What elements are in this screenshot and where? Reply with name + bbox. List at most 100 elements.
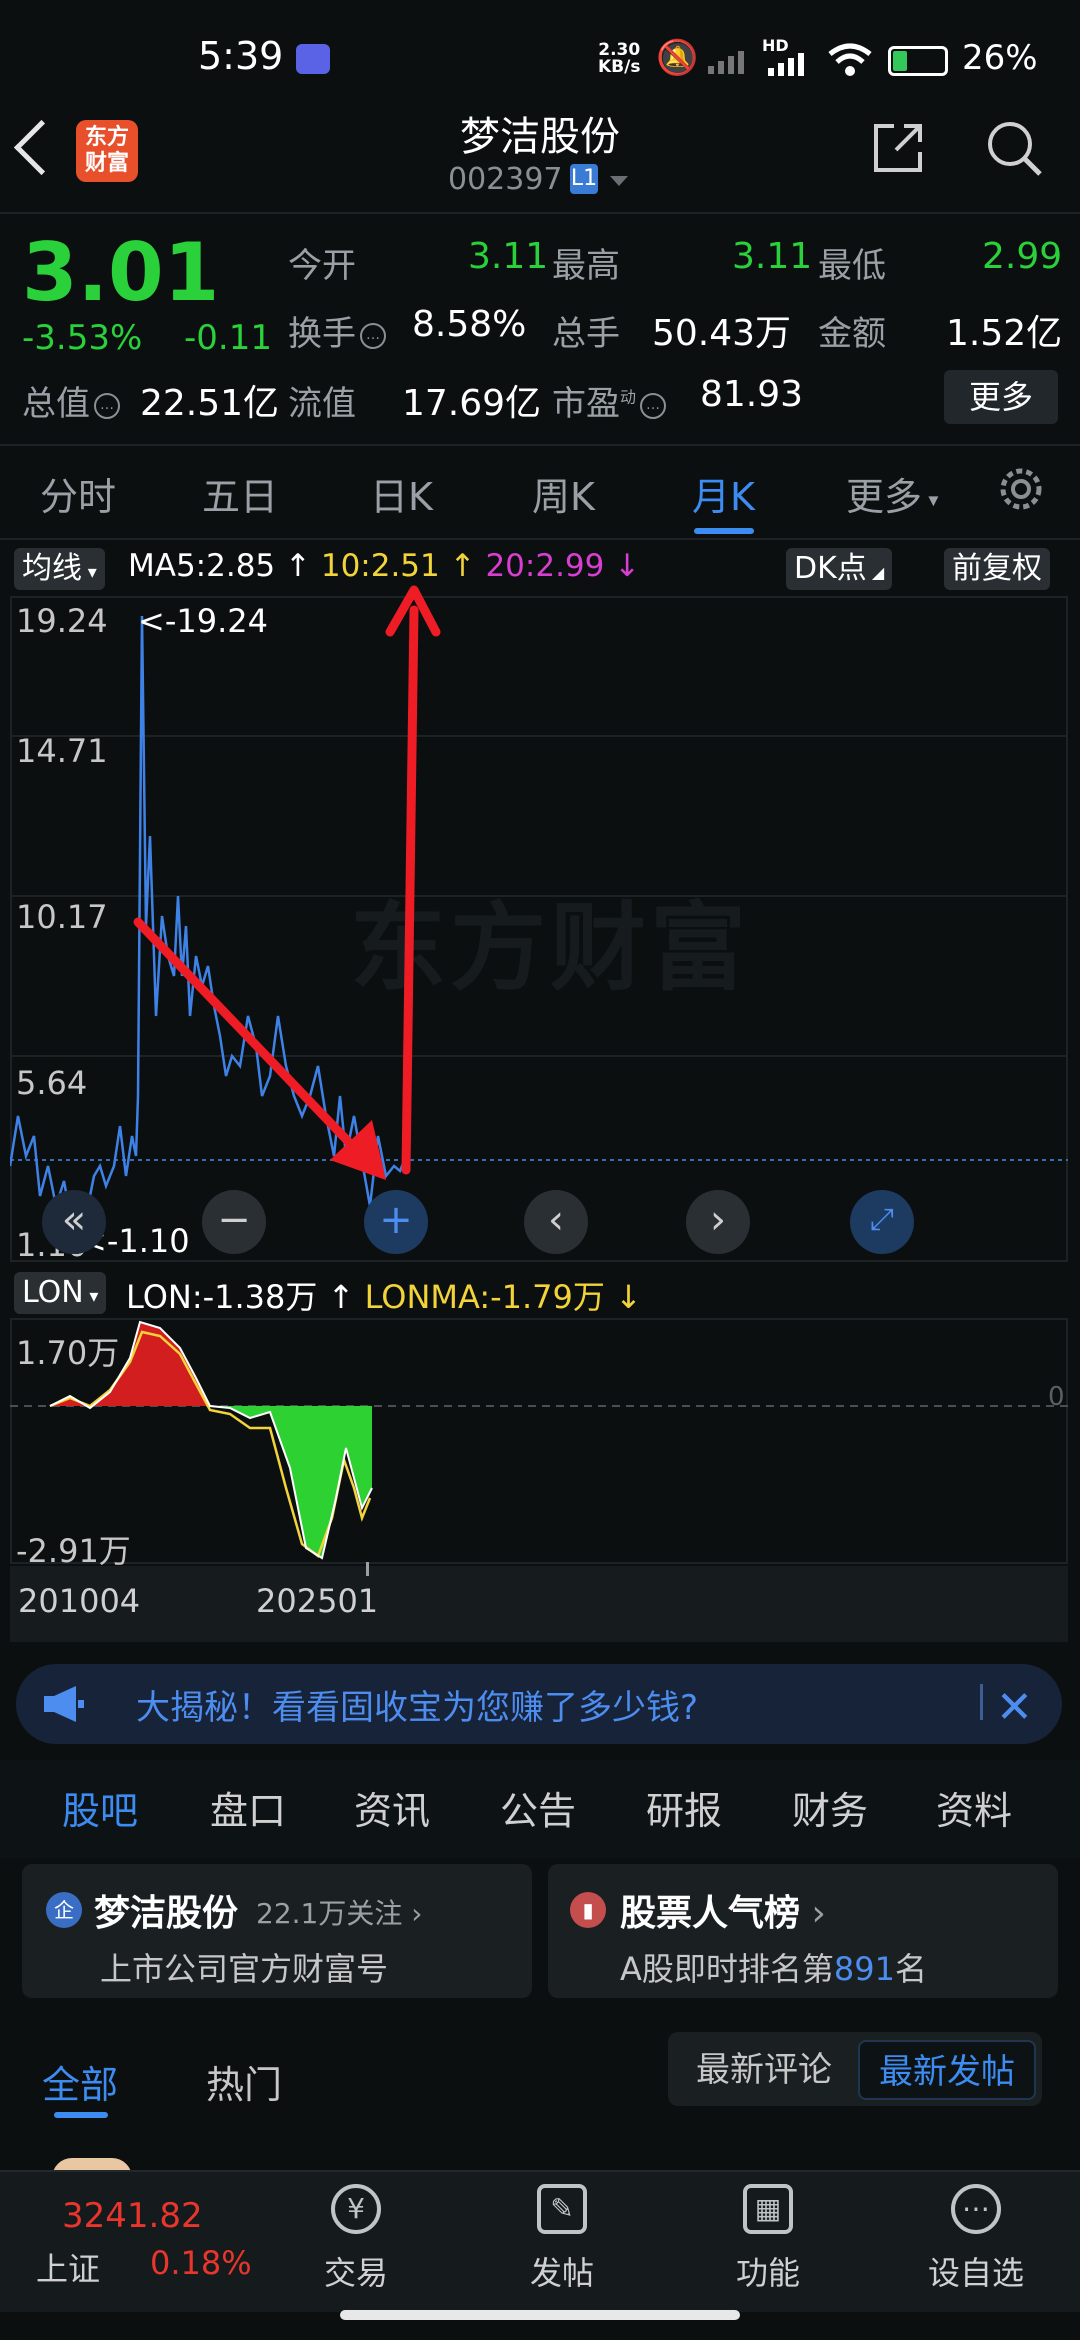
lon-top-label: 1.70万 xyxy=(16,1334,120,1372)
high-label: 最高 xyxy=(552,246,620,286)
info-icon[interactable]: … xyxy=(94,392,120,419)
home-indicator xyxy=(340,2310,740,2320)
chevron-down-icon[interactable] xyxy=(610,176,628,186)
quote-divider xyxy=(0,444,1080,446)
float-value: 17.69亿 xyxy=(402,383,542,424)
pe-value: 81.93 xyxy=(700,374,804,415)
status-time: 5:39 xyxy=(198,34,284,78)
header-divider xyxy=(0,212,1080,214)
pe-label: 市盈动… xyxy=(552,376,667,425)
nav-trade[interactable]: ¥ 交易 xyxy=(286,2184,426,2294)
date-start: 201004 xyxy=(18,1582,141,1620)
tab-orderbook[interactable]: 盘口 xyxy=(210,1780,286,1835)
gear-icon[interactable] xyxy=(996,464,1046,514)
mktcap-label: 总值… xyxy=(22,376,120,425)
nav-post[interactable]: ✎ 发帖 xyxy=(492,2184,632,2294)
edit-icon: ✎ xyxy=(537,2184,587,2234)
lon-chart[interactable] xyxy=(10,1318,1068,1564)
volume-value: 50.43万 xyxy=(652,313,792,354)
tab-intraday[interactable]: 分时 xyxy=(40,466,116,521)
info-icon[interactable]: … xyxy=(360,322,386,349)
wifi-icon xyxy=(826,42,874,78)
zoom-in-icon[interactable]: + xyxy=(364,1190,428,1254)
tab-divider xyxy=(0,538,1080,540)
tab-guba[interactable]: 股吧 xyxy=(62,1780,138,1835)
signal-icon xyxy=(706,48,756,74)
tab-daily-k[interactable]: 日K xyxy=(370,466,433,521)
low-value: 2.99 xyxy=(982,236,1063,277)
float-label: 流值 xyxy=(288,384,356,424)
tab-news[interactable]: 资讯 xyxy=(354,1780,430,1835)
close-icon[interactable]: ✕ xyxy=(996,1682,1033,1733)
mute-icon: 🔕 xyxy=(656,38,699,78)
card-title: 梦洁股份 xyxy=(94,1893,239,1934)
turnover-value: 8.58% xyxy=(412,304,527,345)
index-name[interactable]: 上证 xyxy=(36,2244,100,2290)
high-value: 3.11 xyxy=(732,236,813,277)
lon-value: LON:-1.38万 xyxy=(126,1278,318,1316)
tab-research[interactable]: 研报 xyxy=(646,1780,722,1835)
sort-latest-comment[interactable]: 最新评论 xyxy=(676,2040,852,2100)
chart-bar-icon: ▮ xyxy=(570,1892,606,1928)
battery-percent: 26% xyxy=(962,38,1038,78)
info-icon[interactable]: … xyxy=(640,392,667,419)
prev-icon[interactable]: ‹ xyxy=(524,1190,588,1254)
battery-icon xyxy=(888,46,948,76)
fullscreen-icon[interactable]: ⤢ xyxy=(850,1190,914,1254)
date-axis xyxy=(10,1566,1068,1642)
open-value: 3.11 xyxy=(468,236,549,277)
feed-tab-underline xyxy=(54,2112,108,2118)
banner-text[interactable]: 大揭秘！看看固收宝为您赚了多少钱? xyxy=(136,1680,698,1729)
turnover-label: 换手… xyxy=(288,306,386,355)
lonma-value: LONMA:-1.79万 xyxy=(364,1278,605,1316)
change-percent: -3.53% xyxy=(22,318,143,358)
tab-five-day[interactable]: 五日 xyxy=(202,466,278,521)
enterprise-icon: 企 xyxy=(46,1892,82,1928)
amount-value: 1.52亿 xyxy=(946,313,1063,354)
lon-values: LON:-1.38万 ↑ LONMA:-1.79万 ↓ xyxy=(126,1278,642,1316)
banner-separator xyxy=(980,1684,983,1720)
more-dots-icon: ⋯ xyxy=(951,2184,1001,2234)
index-value[interactable]: 3241.82 xyxy=(62,2196,203,2236)
search-icon[interactable] xyxy=(984,118,1044,178)
date-tick xyxy=(366,1562,369,1576)
tab-hot[interactable]: 热门 xyxy=(206,2054,282,2109)
tab-underline xyxy=(694,528,754,534)
volume-label: 总手 xyxy=(552,314,620,354)
card-subtitle: 上市公司官方财富号 xyxy=(100,1950,389,1988)
lon-zero-label: 0 xyxy=(1048,1382,1065,1412)
signal-strength-icon xyxy=(766,50,812,76)
tab-finance[interactable]: 财务 xyxy=(792,1780,868,1835)
amount-label: 金额 xyxy=(818,314,886,354)
follow-count: 22.1万关注 › xyxy=(256,1897,423,1930)
nav-functions[interactable]: ▦ 功能 xyxy=(698,2184,838,2294)
zoom-out-icon[interactable]: − xyxy=(202,1190,266,1254)
tab-more[interactable]: 更多 ▾ xyxy=(846,466,938,521)
date-mid: 202501 xyxy=(256,1582,379,1620)
stock-code: 002397 xyxy=(448,162,563,197)
tab-monthly-k[interactable]: 月K xyxy=(692,466,755,521)
tab-profile[interactable]: 资料 xyxy=(936,1780,1012,1835)
megaphone-icon xyxy=(44,1686,84,1722)
tab-weekly-k[interactable]: 周K xyxy=(532,466,595,521)
open-label: 今开 xyxy=(288,246,356,286)
media-play-icon xyxy=(296,44,330,74)
scroll-left-icon[interactable]: « xyxy=(42,1190,106,1254)
tab-announcements[interactable]: 公告 xyxy=(500,1780,576,1835)
tab-all[interactable]: 全部 xyxy=(42,2054,118,2109)
yen-icon: ¥ xyxy=(331,2184,381,2234)
next-icon[interactable]: › xyxy=(686,1190,750,1254)
current-price: 3.01 xyxy=(22,226,220,319)
index-change[interactable]: 0.18% xyxy=(150,2244,252,2282)
grid-icon: ▦ xyxy=(743,2184,793,2234)
low-label: 最低 xyxy=(818,246,886,286)
indicator-select[interactable]: LON ▾ xyxy=(14,1272,107,1314)
more-button[interactable]: 更多 xyxy=(944,370,1058,424)
nav-add-watchlist[interactable]: ⋯ 设自选 xyxy=(906,2184,1046,2294)
change-amount: -0.11 xyxy=(184,318,272,358)
level-badge: L1 xyxy=(570,164,598,194)
annotation-arrows xyxy=(133,585,441,1180)
card-title: 股票人气榜 › xyxy=(620,1893,826,1934)
sort-latest-post[interactable]: 最新发帖 xyxy=(858,2040,1036,2100)
share-icon[interactable] xyxy=(870,120,926,176)
